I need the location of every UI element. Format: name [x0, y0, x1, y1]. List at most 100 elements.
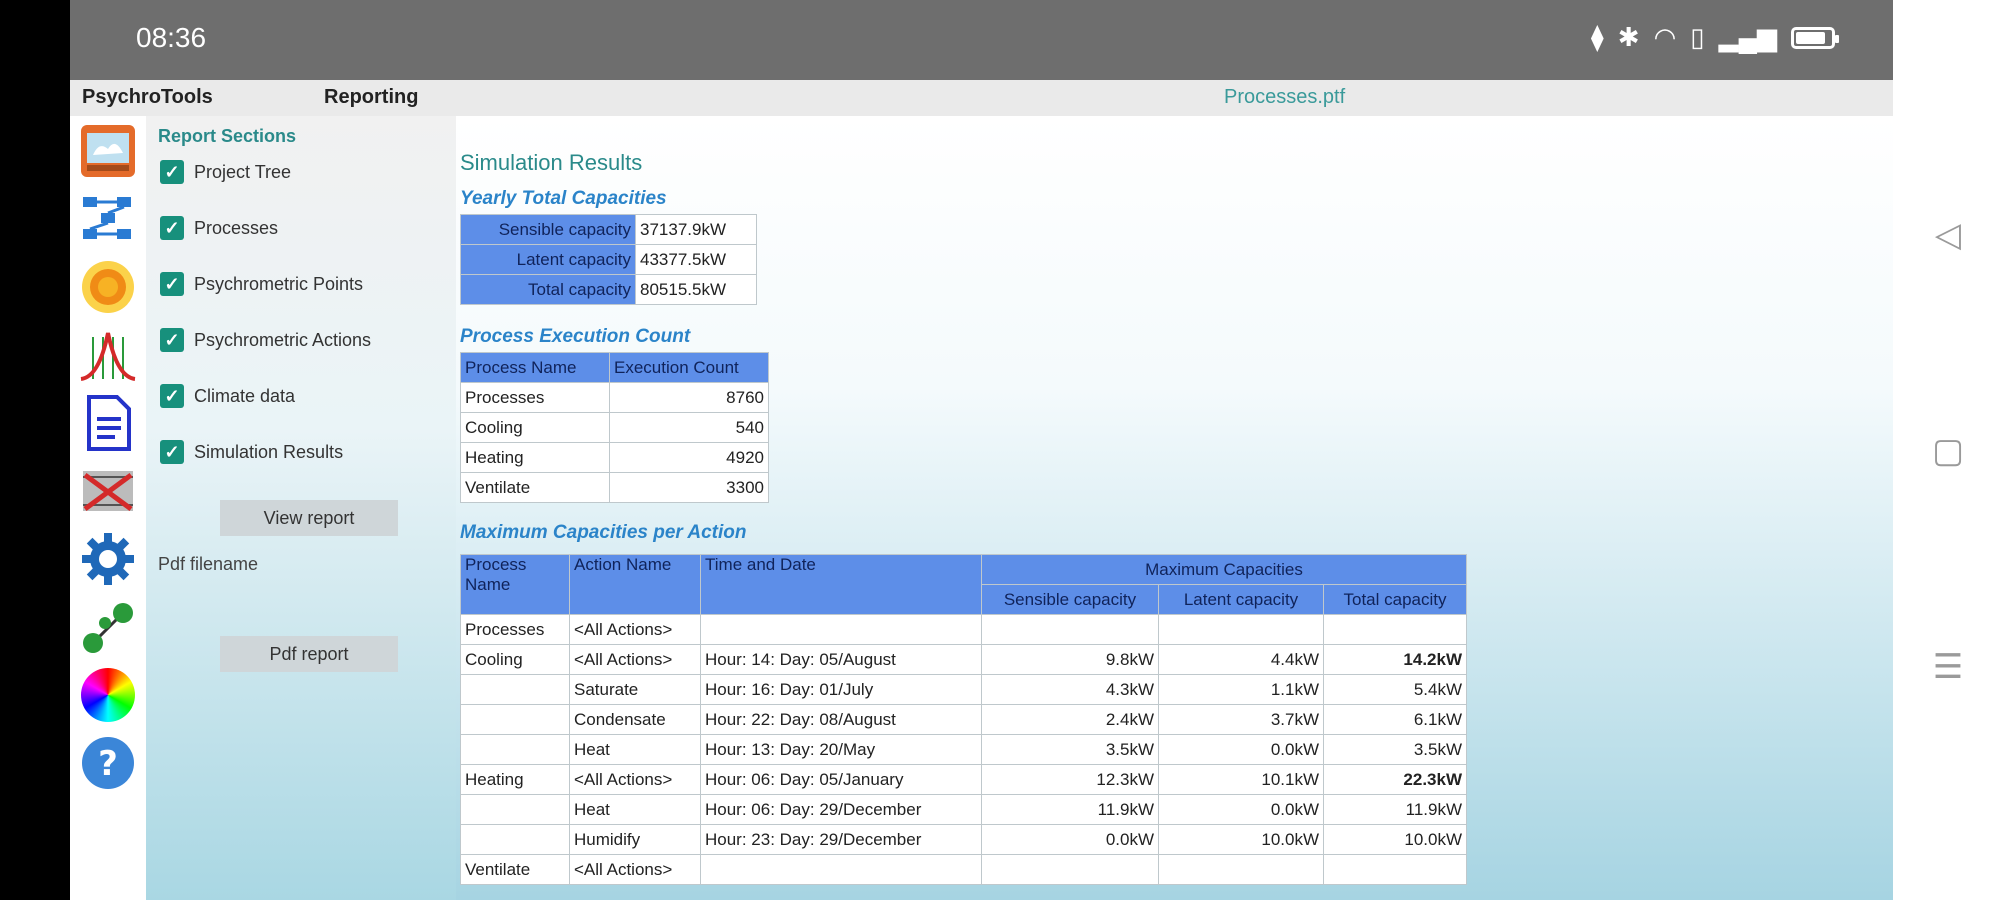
time-date-cell: Hour: 23: Day: 29/December	[700, 824, 982, 855]
section-checkbox[interactable]: ✓	[160, 160, 184, 184]
latent-capacity-cell: 1.1kW	[1158, 674, 1324, 705]
table-row: Heating <All Actions> Hour: 06: Day: 05/Ja…	[460, 764, 1467, 795]
process-name-cell: Processes	[460, 614, 570, 645]
table-row: Ventilate <All Actions>	[460, 854, 1467, 885]
total-capacity-cell: 14.2kW	[1323, 644, 1467, 675]
report-section-item[interactable]: ✓ Psychrometric Actions	[160, 328, 371, 352]
action-name-cell: <All Actions>	[569, 764, 701, 795]
sensible-capacity-cell: 0.0kW	[981, 824, 1159, 855]
capacity-value: 80515.5kW	[635, 274, 757, 305]
table-row: Processes 8760	[460, 382, 769, 413]
capacity-value: 43377.5kW	[635, 244, 757, 275]
report-content: Simulation Results Yearly Total Capaciti…	[456, 116, 1893, 900]
report-section-item[interactable]: ✓ Climate data	[160, 384, 295, 408]
latent-capacity-cell: 3.7kW	[1158, 704, 1324, 735]
signal-icon: ▂▄▆	[1718, 22, 1777, 52]
bluetooth-icon: ✱	[1617, 22, 1640, 52]
menu-bar: PsychroTools Reporting Processes.ptf	[70, 80, 1893, 116]
color-wheel-icon[interactable]	[78, 666, 138, 724]
execution-count-cell: 8760	[609, 382, 769, 413]
time-date-cell	[700, 854, 982, 885]
menu-reporting[interactable]: Reporting	[324, 86, 418, 109]
total-capacity-cell: 6.1kW	[1323, 704, 1467, 735]
execution-count-cell: 3300	[609, 472, 769, 503]
view-report-button[interactable]: View report	[220, 500, 398, 536]
sensible-capacity-cell: 12.3kW	[981, 764, 1159, 795]
capacity-label: Sensible capacity	[460, 214, 636, 245]
process-name-cell: Ventilate	[460, 854, 570, 885]
process-name-cell	[460, 674, 570, 705]
menu-lines-icon[interactable]: ☰	[1923, 642, 1973, 692]
connections-icon[interactable]	[78, 598, 138, 656]
status-bar: 08:36 ⧫ ✱ ◠ ▯ ▂▄▆	[70, 0, 1893, 80]
menu-app-name[interactable]: PsychroTools	[82, 86, 213, 109]
process-name-cell: Cooling	[460, 644, 570, 675]
table-row: Condensate Hour: 22: Day: 08/August 2.4kW 3…	[460, 704, 1467, 735]
document-icon[interactable]	[78, 394, 138, 452]
report-section-item[interactable]: ✓ Simulation Results	[160, 440, 343, 464]
latent-capacity-cell: 4.4kW	[1158, 644, 1324, 675]
header-action-name: Action Name	[569, 554, 701, 615]
action-name-cell: <All Actions>	[569, 854, 701, 885]
home-building-icon[interactable]	[78, 122, 138, 180]
back-icon[interactable]: ◁	[1923, 210, 1973, 260]
table-row: Saturate Hour: 16: Day: 01/July 4.3kW 1.1kW…	[460, 674, 1467, 705]
table-row: Latent capacity 43377.5kW	[460, 244, 757, 275]
section-label: Processes	[194, 217, 279, 238]
pdf-report-button[interactable]: Pdf report	[220, 636, 398, 672]
help-icon[interactable]: ?	[78, 734, 138, 792]
time-date-cell: Hour: 06: Day: 29/December	[700, 794, 982, 825]
section-checkbox[interactable]: ✓	[160, 328, 184, 352]
yearly-capacities-title: Yearly Total Capacities	[460, 188, 667, 209]
table-row: Heating 4920	[460, 442, 769, 473]
report-title: Simulation Results	[460, 150, 643, 175]
section-checkbox[interactable]: ✓	[160, 216, 184, 240]
latent-capacity-cell: 10.1kW	[1158, 764, 1324, 795]
table-row: Total capacity 80515.5kW	[460, 274, 757, 305]
vibrate-icon: ⧫	[1590, 22, 1604, 52]
battery-level	[1796, 31, 1825, 44]
wifi-icon: ◠	[1653, 22, 1677, 52]
execution-count-table: Process Name Execution Count Processes 87…	[460, 352, 769, 503]
section-checkbox[interactable]: ✓	[160, 440, 184, 464]
time-date-cell: Hour: 14: Day: 05/August	[700, 644, 982, 675]
action-name-cell: Heat	[569, 794, 701, 825]
process-flow-icon[interactable]	[78, 190, 138, 248]
psychrometric-cross-icon[interactable]	[78, 462, 138, 520]
gear-icon[interactable]	[78, 530, 138, 588]
sensible-capacity-cell: 4.3kW	[981, 674, 1159, 705]
latent-capacity-cell: 0.0kW	[1158, 734, 1324, 765]
chart-curve-icon[interactable]	[78, 326, 138, 384]
process-name-cell: Heating	[460, 764, 570, 795]
max-capacities-table: Process Name Action Name Time and Date M…	[460, 554, 1467, 885]
report-section-item[interactable]: ✓ Project Tree	[160, 160, 291, 184]
max-capacities-title: Maximum Capacities per Action	[460, 522, 747, 543]
process-name-cell: Processes	[460, 382, 610, 413]
process-name-cell	[460, 734, 570, 765]
process-name-cell: Heating	[460, 442, 610, 473]
header-process-name: Process Name	[460, 352, 610, 383]
table-row: Processes <All Actions>	[460, 614, 1467, 645]
time-date-cell	[700, 614, 982, 645]
section-checkbox[interactable]: ✓	[160, 272, 184, 296]
section-label: Climate data	[194, 385, 296, 406]
header-process-name: Process Name	[460, 554, 570, 615]
section-label: Simulation Results	[194, 441, 344, 462]
report-section-item[interactable]: ✓ Processes	[160, 216, 278, 240]
sun-icon[interactable]	[78, 258, 138, 316]
report-section-item[interactable]: ✓ Psychrometric Points	[160, 272, 363, 296]
latent-capacity-cell: 10.0kW	[1158, 824, 1324, 855]
svg-text:?: ?	[98, 744, 118, 784]
section-label: Psychrometric Actions	[194, 329, 372, 350]
report-sections-heading: Report Sections	[158, 126, 297, 146]
action-name-cell: Humidify	[569, 824, 701, 855]
time-date-cell: Hour: 06: Day: 05/January	[700, 764, 982, 795]
process-name-cell	[460, 794, 570, 825]
home-square-icon[interactable]: ▢	[1923, 426, 1973, 476]
latent-capacity-cell: 0.0kW	[1158, 794, 1324, 825]
time-date-cell: Hour: 22: Day: 08/August	[700, 704, 982, 735]
section-checkbox[interactable]: ✓	[160, 384, 184, 408]
header-maximum-capacities: Maximum Capacities	[981, 554, 1467, 585]
total-capacity-cell	[1323, 614, 1467, 645]
sim-icon: ▯	[1690, 22, 1705, 52]
